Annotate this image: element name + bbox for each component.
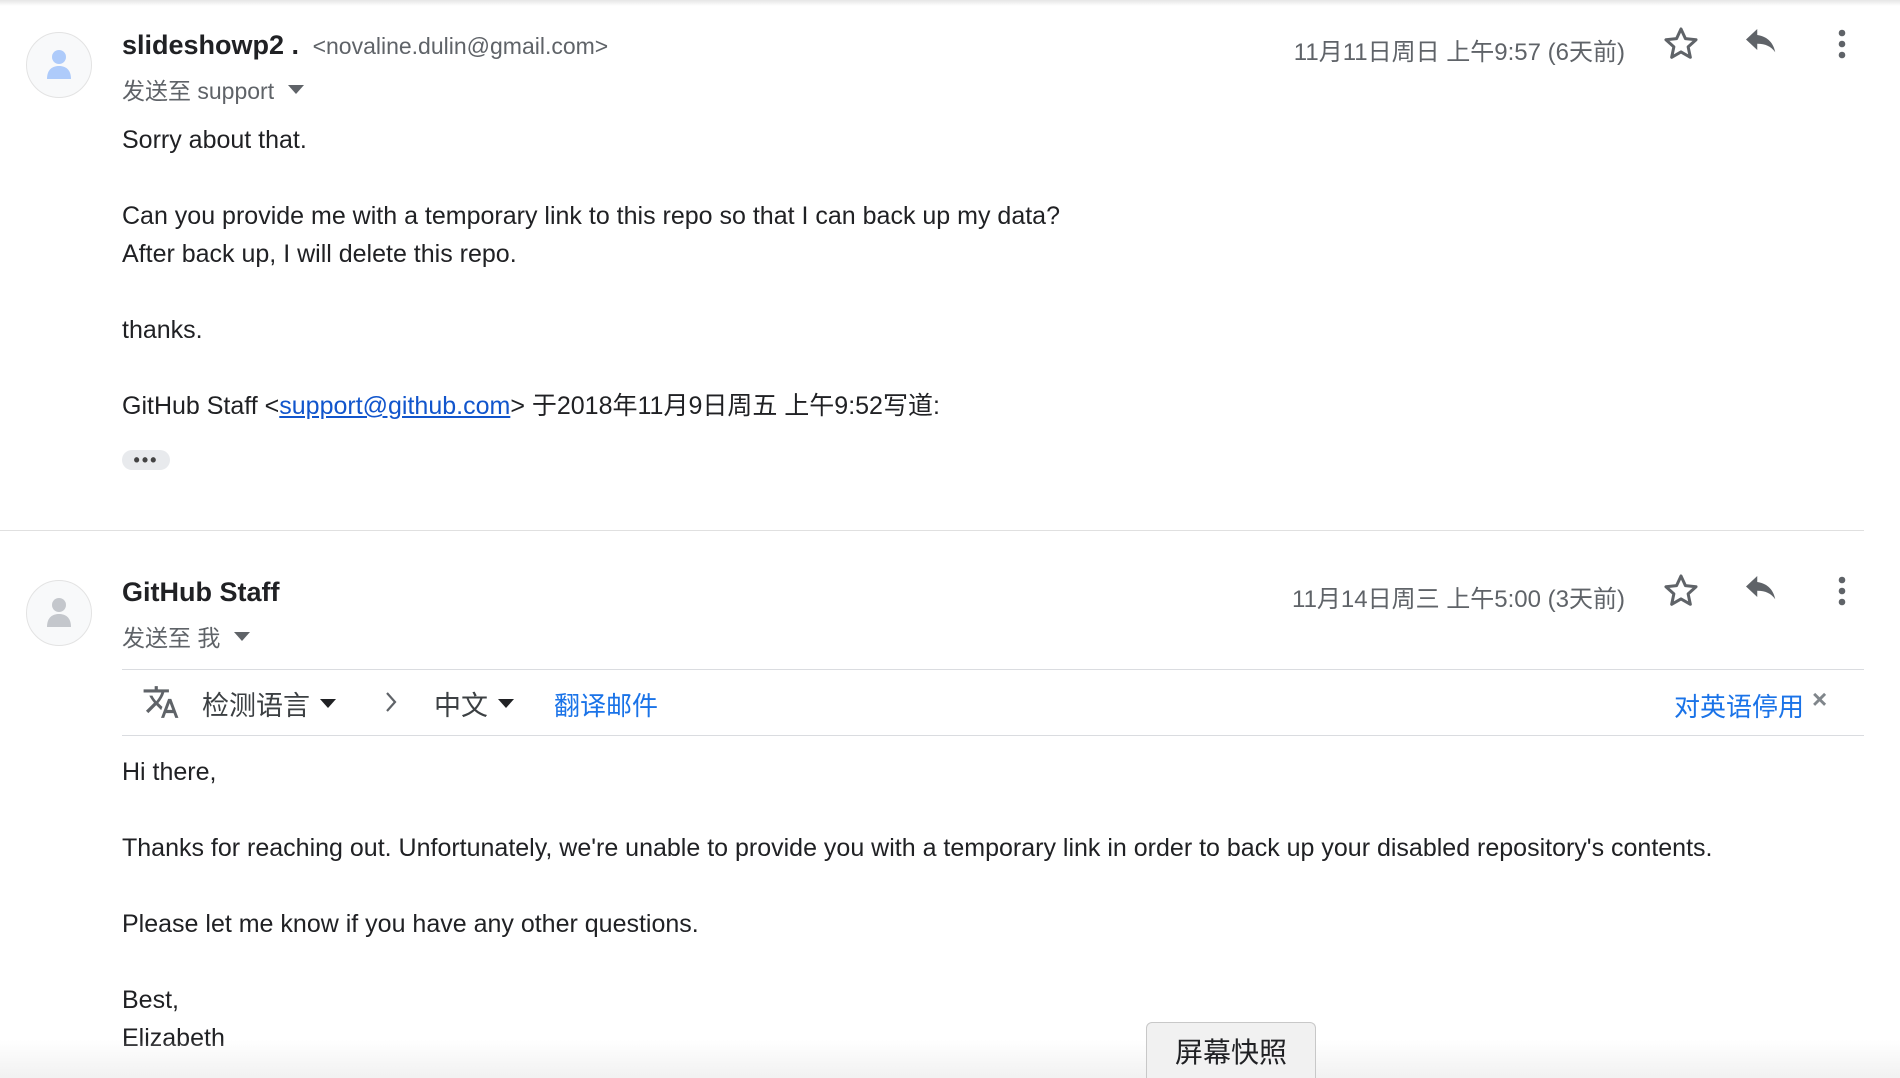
body-line: After back up, I will delete this repo. [122,240,517,268]
message-body: Hi there, Thanks for reaching out. Unfor… [122,753,1712,1057]
translate-message-link[interactable]: 翻译邮件 [554,686,658,723]
show-trimmed-content-button[interactable]: ••• [122,450,170,470]
reply-icon [1746,29,1776,53]
person-icon [47,50,71,79]
chevron-down-icon [234,631,251,641]
source-language-dropdown[interactable]: 检测语言 [202,684,336,723]
star-button[interactable] [1661,571,1701,611]
translate-bar: 检测语言 中文 翻译邮件 对英语停用 × [122,669,1864,736]
translate-icon-wrap [142,683,180,721]
disable-for-english-link[interactable]: 对英语停用 [1674,687,1804,724]
star-button[interactable] [1661,24,1701,64]
reply-icon [1746,576,1776,600]
star-icon [1664,27,1698,59]
bottom-fade [0,1040,1900,1078]
sender-name[interactable]: slideshowp2 . <novaline.dulin@gmail.com> [122,30,608,61]
support-email-link[interactable]: support@github.com [279,392,510,420]
body-line: Please let me know if you have any other… [122,910,699,938]
sender-name-text: GitHub Staff [122,577,280,607]
target-language-dropdown[interactable]: 中文 [434,684,514,723]
sender-name[interactable]: GitHub Staff [122,577,279,608]
body-line: Thanks for reaching out. Unfortunately, … [122,834,1713,862]
chevron-down-icon [288,84,305,94]
more-options-button[interactable] [1822,24,1862,64]
close-icon[interactable]: × [1812,684,1827,715]
message-date: 11月14日周三 上午5:00 (3天前) [1292,586,1625,613]
message-date: 11月11日周日 上午9:57 (6天前) [1293,39,1625,66]
recipient-text: 发送至 我 [122,625,221,651]
sender-name-text: slideshowp2 . [122,30,300,60]
more-options-button[interactable] [1822,571,1862,611]
star-icon [1664,574,1698,606]
chevron-down-icon [498,699,514,708]
more-vert-icon [1838,576,1846,606]
sender-email: <novaline.dulin@gmail.com> [312,33,609,59]
body-line: Hi there, [122,758,217,786]
screenshot-button[interactable]: 屏幕快照 [1146,1022,1316,1078]
sender-avatar[interactable] [26,580,92,646]
body-line: Sorry about that. [122,126,307,154]
body-line: Can you provide me with a temporary link… [122,202,1060,230]
recipient-details-toggle[interactable]: 发送至 support [122,72,305,106]
person-icon [47,598,71,627]
body-line: Best, [122,986,179,1014]
quote-header: GitHub Staff <support@github.com> 于2018年… [122,387,1060,425]
translate-icon [143,686,179,718]
more-vert-icon [1838,29,1846,59]
quote-suffix: > 于2018年11月9日周五 上午9:52写道: [510,392,940,420]
quote-prefix: GitHub Staff < [122,392,280,420]
recipient-text: 发送至 support [122,78,275,104]
top-shadow [0,0,1900,6]
source-language-label: 检测语言 [202,691,310,721]
target-language-label: 中文 [434,691,488,721]
reply-button[interactable] [1741,24,1781,64]
message-divider [0,530,1864,531]
chevron-down-icon [320,699,336,708]
chevron-right-icon [386,692,397,712]
message-body: Sorry about that. Can you provide me wit… [122,121,1060,425]
chevron-right-icon-wrap [384,690,398,714]
reply-button[interactable] [1741,571,1781,611]
body-line: thanks. [122,316,203,344]
recipient-details-toggle[interactable]: 发送至 我 [122,619,251,653]
sender-avatar[interactable] [26,32,92,98]
